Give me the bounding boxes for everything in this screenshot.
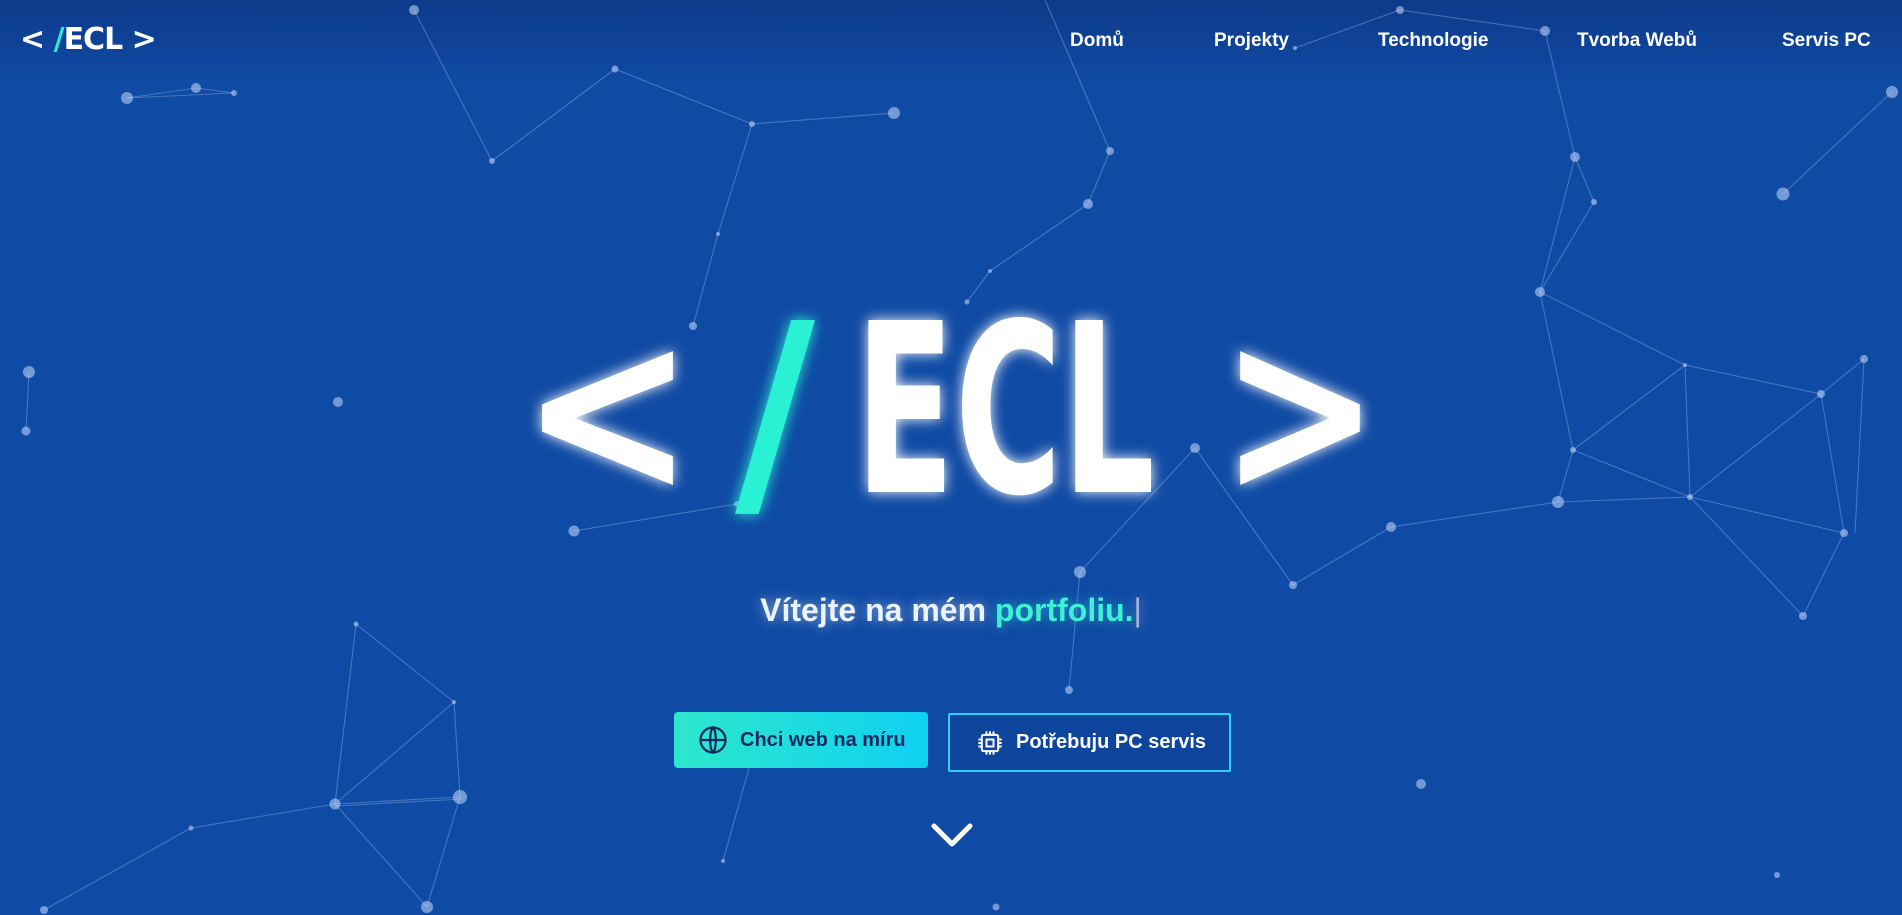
- hero-logo-open-bracket: <: [520, 273, 695, 548]
- logo-name: ECL: [63, 22, 124, 57]
- hero-logo-name: ECL: [855, 273, 1155, 548]
- tagline-accent-text: portfoliu.: [994, 592, 1134, 628]
- nav-item-projects[interactable]: Projekty: [1214, 30, 1289, 52]
- logo-close-bracket: >: [122, 22, 157, 57]
- nav-item-web-design[interactable]: Tvorba Webů: [1577, 30, 1697, 52]
- nav-item-home[interactable]: Domů: [1070, 30, 1124, 52]
- top-navbar: < /ECL > Domů Projekty Technologie Tvorb…: [0, 0, 1902, 86]
- site-logo[interactable]: < /ECL >: [20, 22, 157, 57]
- logo-open-bracket: <: [20, 22, 54, 57]
- hero-logo: < / ECL >: [520, 273, 1382, 548]
- hero-logo-graphic: < / ECL >: [520, 273, 1380, 548]
- nav-item-pc-service[interactable]: Servis PC: [1782, 30, 1871, 52]
- nav-item-technologies[interactable]: Technologie: [1378, 30, 1488, 52]
- hero-logo-slash: /: [735, 273, 816, 548]
- tagline-main-text: Vítejte na mém: [760, 592, 995, 628]
- globe-icon: [699, 725, 727, 755]
- chevron-down-icon[interactable]: [930, 820, 974, 850]
- custom-web-button[interactable]: Chci web na míru: [674, 712, 928, 768]
- hero-logo-close-bracket: >: [1220, 273, 1380, 548]
- custom-web-button-label: Chci web na míru: [740, 728, 906, 751]
- logo-slash: /: [53, 22, 65, 57]
- typing-cursor: |: [1133, 592, 1142, 628]
- pc-service-button-label: Potřebuju PC servis: [1016, 731, 1207, 753]
- cpu-chip-icon: [978, 730, 1002, 755]
- pc-service-button[interactable]: Potřebuju PC servis: [948, 713, 1231, 772]
- hero-tagline: Vítejte na mém portfoliu.|: [0, 592, 1902, 629]
